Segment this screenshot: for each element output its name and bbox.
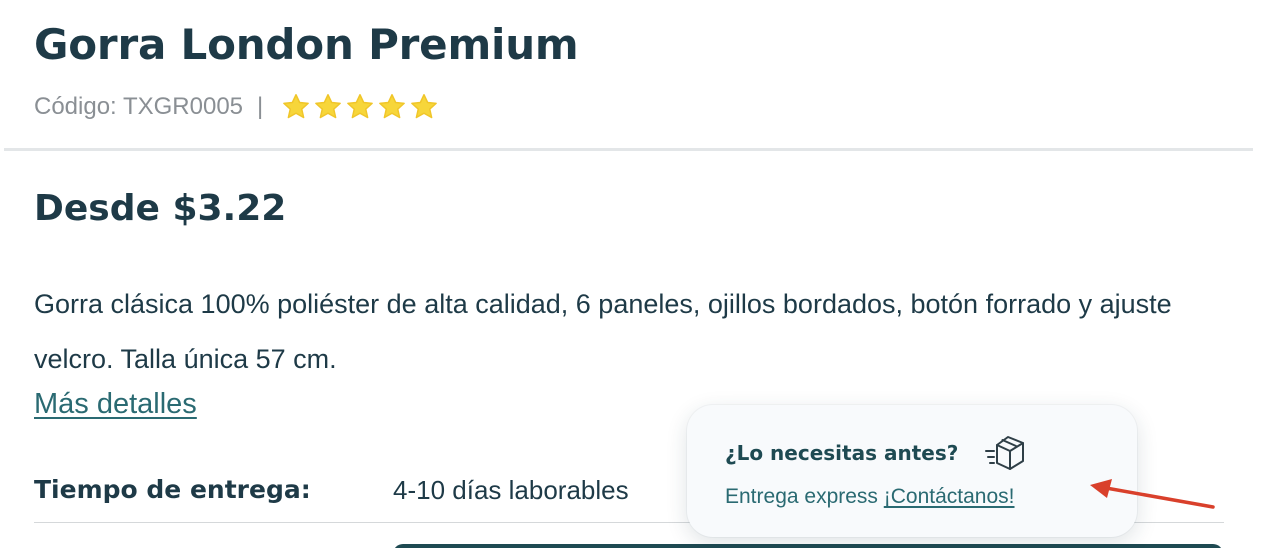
express-popup-title: ¿Lo necesitas antes?: [725, 441, 959, 465]
product-sku: Código: TXGR0005: [34, 93, 244, 120]
express-delivery-text: Entrega express: [725, 485, 884, 508]
star-icon: [411, 94, 438, 119]
fast-delivery-box-icon: [985, 436, 1024, 470]
delivery-time-label: Tiempo de entrega:: [34, 475, 311, 504]
annotation-arrow-icon: [1090, 479, 1215, 509]
star-rating: [281, 92, 439, 122]
product-title: Gorra London Premium: [34, 20, 579, 69]
contact-us-link[interactable]: ¡Contáctanos!: [884, 485, 1015, 508]
product-meta-row: Código: TXGR0005 |: [34, 90, 439, 124]
product-detail-page: Gorra London Premium Código: TXGR0005 | …: [0, 0, 1282, 548]
star-icon: [283, 94, 310, 119]
star-icon: [379, 94, 406, 119]
quote-panel-edge: [393, 544, 1223, 548]
star-icon: [347, 94, 374, 119]
star-icon: [315, 94, 342, 119]
more-details-link[interactable]: Más detalles: [34, 388, 197, 421]
header-divider: [4, 148, 1253, 151]
product-description: Gorra clásica 100% poliéster de alta cal…: [34, 289, 1172, 374]
meta-separator: |: [257, 93, 264, 120]
delivery-time-value: 4-10 días laborables: [393, 475, 629, 505]
express-popup-subtitle: Entrega express ¡Contáctanos!: [725, 485, 1015, 509]
product-price: Desde $3.22: [34, 188, 287, 229]
express-delivery-popup: ¿Lo necesitas antes? Entrega express ¡Co…: [687, 405, 1137, 537]
